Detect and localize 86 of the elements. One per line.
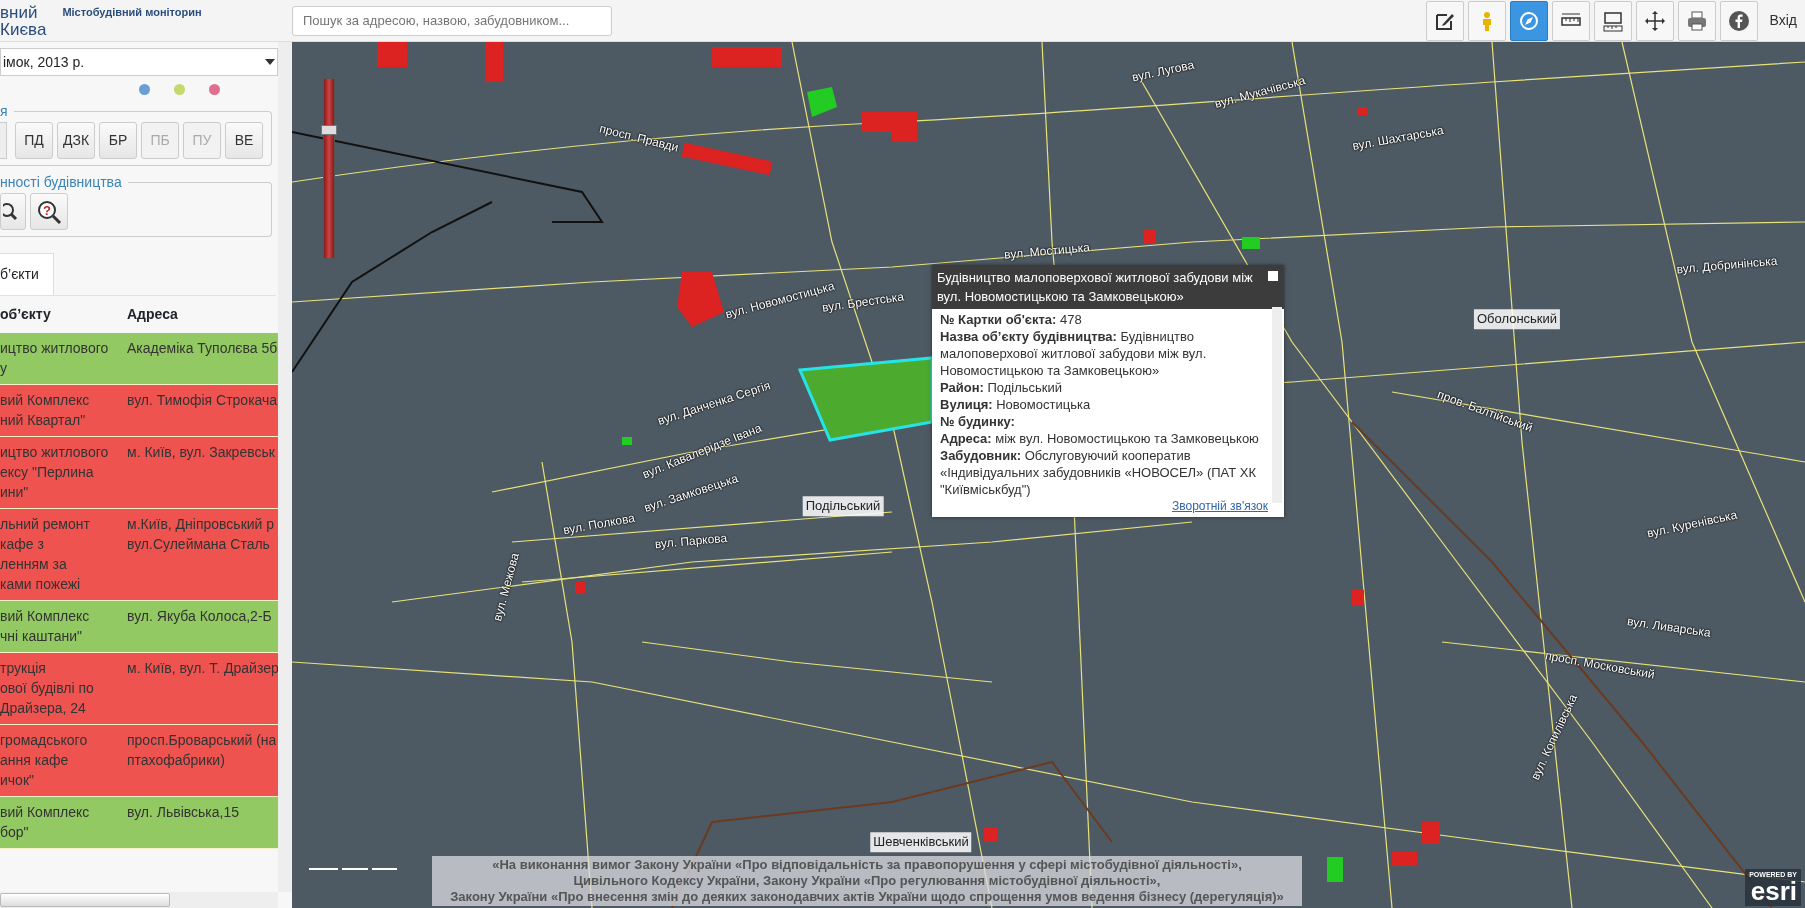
- zoom-slider-thumb[interactable]: [321, 125, 337, 136]
- table-cell-text: вий Комплекс бор": [0, 803, 91, 842]
- table-row[interactable]: льний ремонт кафе з ленням за ками пожежі м.Київ, Дніпровський р вул.Сулеймана Сталь: [0, 509, 278, 601]
- map-provider-logo: esri: [1750, 878, 1797, 904]
- table-cell-text: ицтво житлового ексу "Перлина ини": [0, 443, 110, 502]
- toolbar-button[interactable]: [1719, 0, 1758, 41]
- crosshair-arrows-icon: [1643, 9, 1666, 32]
- column-header: Адреса: [127, 305, 178, 324]
- toolbar-button[interactable]: [1593, 0, 1632, 41]
- street-label: вул. Ливарська: [1626, 613, 1712, 642]
- street-label: вул. Межова: [489, 550, 523, 624]
- column-header: об’єкту: [0, 305, 52, 324]
- popup-field: № будинку:: [940, 413, 1268, 430]
- filter-button[interactable]: БР: [99, 122, 137, 159]
- popup-field: № Картки об'єкта: 478: [940, 311, 1268, 328]
- street-label: вул. Лугова: [1130, 56, 1196, 87]
- table-cell-text: м.Київ, Дніпровський р вул.Сулеймана Сталь: [127, 515, 275, 554]
- toolbar-button[interactable]: [1425, 0, 1464, 41]
- table-cell-text: льний ремонт кафе з ленням за ками пожежі: [0, 515, 91, 594]
- district-label: Оболонський: [1473, 309, 1561, 329]
- building-plot[interactable]: [677, 272, 724, 327]
- filter-button[interactable]: ПД: [15, 122, 53, 159]
- building-plot[interactable]: [807, 87, 837, 117]
- selected-parcel[interactable]: [797, 356, 934, 442]
- legal-line: «На виконання вимог Закону України «Про відповідальність за правопорушення у сфері містобудівної діяльності»,: [491, 857, 1243, 873]
- search-button[interactable]: [0, 193, 26, 230]
- feedback-link[interactable]: Зворотній зв'язок: [940, 498, 1268, 515]
- street-label: вул. Добринінська: [1675, 252, 1779, 279]
- table-row[interactable]: ицтво житлового у Академіка Туполєва 5б: [0, 333, 278, 385]
- street-label: просп. Правди: [597, 120, 681, 157]
- filter-button[interactable]: ДЗК: [57, 122, 95, 159]
- site-subtitle: Містобудівний моніторин: [62, 5, 202, 20]
- search-field[interactable]: Пошук за адресою, назвою, забудовником...: [292, 5, 612, 36]
- table-row[interactable]: вий Комплекс чні каштани" вул. Якуба Колоса,2-Б: [0, 601, 278, 653]
- legal-line: Закону України «Про внесення змін до деяких законодавчих актів України щодо спрощення умов ведення бізнесу (дерегуляція)»: [449, 889, 1285, 905]
- table-row[interactable]: ицтво житлового ексу "Перлина ини" м. Київ, вул. Закревськ: [0, 437, 278, 509]
- close-icon[interactable]: [1268, 271, 1278, 281]
- toolbar-button[interactable]: [1635, 0, 1674, 41]
- table-cell-text: Академіка Туполєва 5б: [127, 339, 278, 358]
- login-link[interactable]: Вхід: [1761, 10, 1805, 31]
- fieldset-legend: нності будівництва: [0, 174, 128, 190]
- popup-field: Забудовник: Обслуговуючий кооператив «Індивідуальних забудовників «НОВОСЕЛ» (ПАТ ХК "Київміськбуд"): [940, 447, 1268, 498]
- compass-icon: [1517, 9, 1540, 32]
- district-label: Подільський: [802, 496, 884, 516]
- popup-field: Район: Подільський: [940, 379, 1268, 396]
- street-label: вул. Паркова: [654, 529, 728, 554]
- table-row[interactable]: вий Комплекс бор" вул. Львівська,15: [0, 797, 278, 849]
- help-search-button[interactable]: ?: [30, 193, 68, 230]
- caret-icon: [265, 59, 275, 65]
- popup-field: Вулиця: Новомостицька: [940, 396, 1268, 413]
- popup-title: Будівництво малоповерхової житлової забудови між вул. Новомостицькою та Замковецькою»: [932, 265, 1284, 309]
- table-cell-text: вий Комплекс ний Квартал": [0, 391, 91, 430]
- street-label: вул. Полкова: [561, 509, 637, 540]
- table-cell-text: громадського ання кафе ичок": [0, 731, 89, 790]
- street-label: вул. Мостицька: [1003, 239, 1091, 264]
- district-label: Шевченківський: [870, 832, 972, 852]
- zoom-slider-track[interactable]: [323, 78, 335, 259]
- table-row[interactable]: громадського ання кафе ичок" просп.Броварський (на птахофабрики): [0, 725, 278, 797]
- horizontal-scrollbar[interactable]: [0, 892, 278, 908]
- printer-icon: [1685, 9, 1708, 32]
- table-cell-text: трукція ової будівлі по Драйзера, 24: [0, 659, 95, 718]
- table-cell-text: вул. Тимофія Строкача: [127, 391, 278, 410]
- table-cell-text: вий Комплекс чні каштани": [0, 607, 91, 646]
- street-label: вул. Шахтарська: [1351, 122, 1445, 155]
- logo-text: Києва: [0, 21, 47, 38]
- cut-off-button[interactable]: [0, 122, 7, 159]
- basemap-dropdown[interactable]: імок, 2013 р.: [0, 48, 278, 76]
- toolbar-button[interactable]: [1551, 0, 1590, 41]
- table-cell-text: вул. Львівська,15: [127, 803, 240, 822]
- table-cell-text: ицтво житлового у: [0, 339, 110, 378]
- table-cell-text: вул. Якуба Колоса,2-Б: [127, 607, 272, 626]
- legal-line: Цивільного Кодексу України, Закону України «Про регулювання містобудівної діяльності»,: [572, 873, 1162, 889]
- table-cell-text: м. Київ, вул. Т. Драйзер: [127, 659, 278, 678]
- measure-area-icon: [1601, 9, 1624, 32]
- objects-tab[interactable]: б’єкти: [0, 253, 54, 295]
- logo-text: вний: [0, 4, 39, 21]
- popup-field: Назва об’єкту будівництва: Будівництво малоповерхової житлової забудови між вул. Новомостицькою та Замковецькою»: [940, 328, 1268, 379]
- table-row[interactable]: вий Комплекс ний Квартал" вул. Тимофія Строкача: [0, 385, 278, 437]
- popup-scrollbar[interactable]: [1272, 307, 1282, 503]
- filter-button[interactable]: ВЕ: [225, 122, 263, 159]
- popup-field: Адреса: між вул. Новомостицькою та Замковецькою: [940, 430, 1268, 447]
- vertical-scrollbar[interactable]: [278, 42, 292, 892]
- facebook-icon: [1727, 9, 1750, 32]
- table-cell-text: м. Київ, вул. Закревськ: [127, 443, 275, 462]
- table-cell-text: просп.Броварський (на птахофабрики): [127, 731, 277, 770]
- table-row[interactable]: трукція ової будівлі по Драйзера, 24 м. Київ, вул. Т. Драйзер: [0, 653, 278, 725]
